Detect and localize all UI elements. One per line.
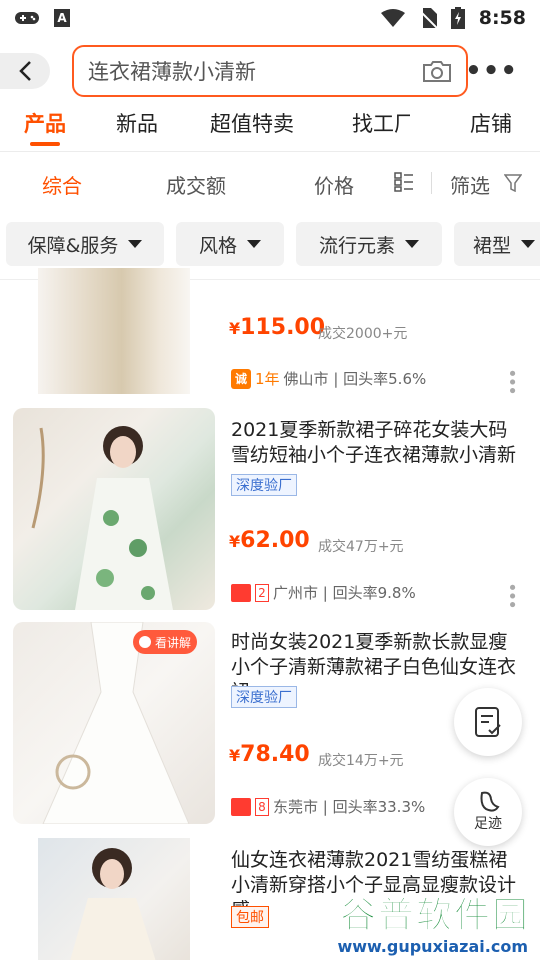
shop-meta: 诚 1年 佛山市 | 回头率5.6%: [231, 368, 426, 389]
chip-label: 风格: [198, 234, 237, 257]
active-tab-indicator: [30, 142, 60, 146]
wifi-icon: [380, 9, 405, 27]
product-image[interactable]: [38, 268, 190, 394]
watermark: 谷普软件园 www.gupuxiazai.com: [290, 886, 540, 960]
filter-button[interactable]: 筛选: [450, 170, 490, 199]
sort-price[interactable]: 价格: [314, 170, 354, 199]
shop-level-icon: [231, 797, 251, 816]
shop-meta: 2 广州市 | 回头率9.8%: [231, 582, 416, 603]
funnel-icon[interactable]: [504, 174, 522, 192]
shop-level-icon: [231, 583, 251, 602]
city-stats: 东莞市 | 回头率33.3%: [273, 798, 426, 816]
free-shipping-badge: 包邮: [231, 906, 269, 928]
sort-divider: [431, 172, 432, 194]
chip-label: 裙型: [472, 234, 511, 257]
sold-amount: 成交14万+元: [318, 753, 404, 769]
battery-charging-icon: [450, 7, 465, 29]
search-header: 连衣裙薄款小清新 •••: [0, 36, 540, 106]
search-input[interactable]: 连衣裙薄款小清新: [72, 45, 468, 97]
chip-style[interactable]: 风格: [176, 222, 284, 266]
chevron-left-icon: [19, 61, 31, 81]
watermark-url: www.gupuxiazai.com: [337, 937, 528, 956]
app-a-icon: A: [54, 9, 70, 27]
sold-amount: 成交2000+元: [318, 326, 408, 342]
watermark-main: 谷普软件园: [339, 895, 530, 937]
tab-shops[interactable]: 店铺: [470, 108, 512, 138]
tab-new[interactable]: 新品: [116, 108, 158, 138]
search-query-text: 连衣裙薄款小清新: [88, 60, 256, 84]
sort-transaction[interactable]: 成交额: [166, 170, 226, 199]
more-options-icon[interactable]: •••: [501, 368, 522, 394]
footprint-icon: [480, 791, 500, 812]
caret-down-icon: [521, 240, 535, 248]
back-button[interactable]: [0, 53, 50, 89]
shop-meta: 8 东莞市 | 回头率33.3%: [231, 796, 425, 817]
footprint-button[interactable]: 足迹: [454, 778, 522, 846]
no-sim-icon: [418, 8, 437, 28]
chip-label: 保障&服务: [27, 234, 119, 257]
price: ¥115.00: [229, 315, 326, 340]
shop-level: 8: [255, 797, 269, 816]
product-title[interactable]: 2021夏季新款裙子碎花女装大码雪纺短袖小个子连衣裙薄款小清新: [231, 418, 526, 468]
video-explain-tag[interactable]: 看讲解: [133, 630, 198, 654]
product-image[interactable]: [13, 408, 215, 610]
cheng-badge-icon: 诚: [231, 368, 251, 389]
more-menu-button[interactable]: •••: [465, 56, 518, 86]
tab-factory[interactable]: 找工厂: [352, 108, 410, 138]
list-item[interactable]: ¥115.00 成交2000+元 诚 1年 佛山市 | 回头率5.6% •••: [0, 268, 540, 400]
factory-verified-badge: 深度验厂: [231, 686, 297, 708]
tab-products[interactable]: 产品: [24, 108, 66, 138]
chip-service[interactable]: 保障&服务: [6, 222, 164, 266]
clock: 8:58: [478, 7, 526, 29]
gamepad-icon: [15, 12, 39, 24]
camera-icon[interactable]: [422, 59, 452, 83]
list-layout-icon[interactable]: [394, 172, 414, 192]
shop-level: 2: [255, 583, 269, 602]
chip-trend[interactable]: 流行元素: [296, 222, 442, 266]
list-item[interactable]: 2021夏季新款裙子碎花女装大码雪纺短袖小个子连衣裙薄款小清新 深度验厂 ¥62…: [0, 406, 540, 612]
chip-skirt-type[interactable]: 裙型: [454, 222, 540, 266]
caret-down-icon: [128, 240, 143, 248]
status-bar: A 8:58: [0, 0, 540, 36]
price: ¥62.00: [229, 528, 310, 553]
category-tabs: 产品 新品 超值特卖 找工厂 店铺: [0, 106, 540, 152]
more-options-icon[interactable]: •••: [501, 582, 522, 608]
product-list: ¥115.00 成交2000+元 诚 1年 佛山市 | 回头率5.6% ••• …: [0, 268, 540, 960]
price: ¥78.40: [229, 742, 310, 767]
city-stats: 广州市 | 回头率9.8%: [273, 584, 416, 602]
product-image[interactable]: [38, 838, 190, 960]
checklist-icon: [475, 707, 501, 737]
dress-illustration: [31, 426, 173, 610]
tab-deals[interactable]: 超值特卖: [210, 108, 294, 138]
years-badge: 1年: [255, 370, 280, 388]
list-fab-button[interactable]: [454, 688, 522, 756]
caret-down-icon: [405, 240, 419, 248]
dress-illustration: [70, 848, 156, 960]
sort-bar: 综合 成交额 价格 筛选: [0, 152, 540, 214]
sort-comprehensive[interactable]: 综合: [42, 170, 82, 199]
chip-label: 流行元素: [318, 234, 395, 257]
product-image[interactable]: 看讲解: [13, 622, 215, 824]
play-icon: [139, 636, 151, 648]
footprint-label: 足迹: [474, 816, 502, 832]
caret-down-icon: [247, 240, 261, 248]
factory-verified-badge: 深度验厂: [231, 474, 297, 496]
sold-amount: 成交47万+元: [318, 539, 404, 555]
city-stats: 佛山市 | 回头率5.6%: [283, 370, 427, 388]
